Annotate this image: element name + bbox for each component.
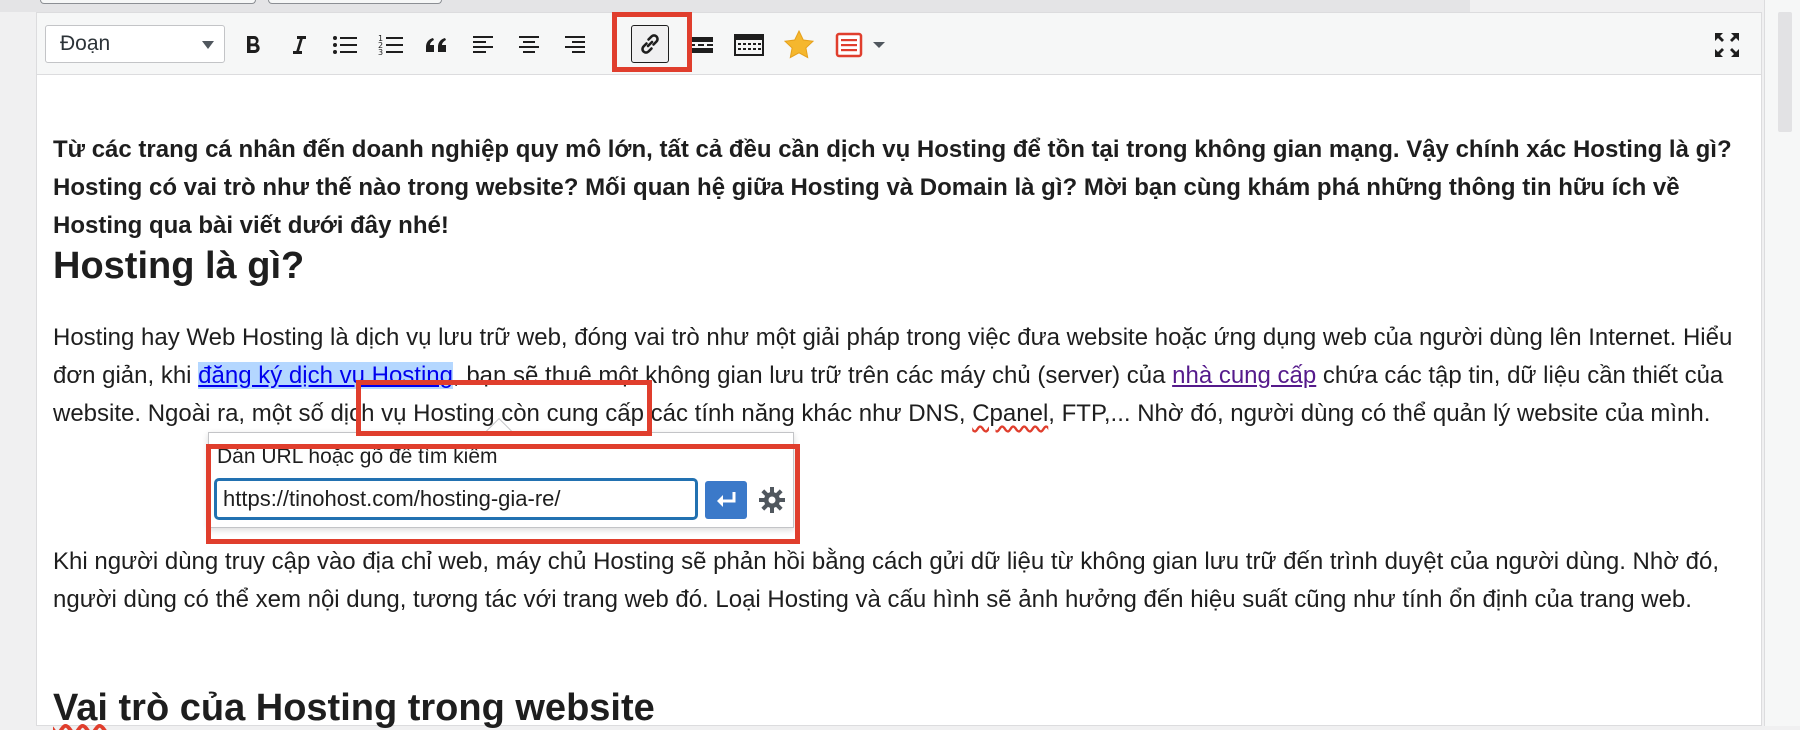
star-icon [783, 29, 815, 59]
classic-editor: Đoạn 123 Từ các trang cá nhân đến doanh … [36, 12, 1762, 729]
heading-vai-tro: Vai trò của Hosting trong website [53, 687, 655, 730]
fullscreen-button[interactable] [1709, 27, 1745, 63]
link-popup: Dán URL hoặc gõ để tìm kiếm [208, 417, 794, 528]
heading-vai-tro-rest: trò của Hosting trong website [107, 687, 655, 729]
p1-text-d: , FTP,... Nhờ đó, người dùng có thể quản… [1048, 400, 1711, 427]
link-dang-ky-dich-vu-hosting[interactable]: đăng ký dịch vụ Hosting [198, 362, 453, 389]
apply-link-button[interactable] [705, 481, 747, 519]
chevron-down-icon [202, 41, 214, 49]
top-tab-text[interactable] [268, 0, 442, 4]
bold-button[interactable] [235, 27, 271, 63]
toolbar-toggle-icon [734, 34, 764, 56]
url-input[interactable] [215, 479, 697, 519]
intro-paragraph: Từ các trang cá nhân đến doanh nghiệp qu… [53, 136, 1732, 239]
star-button[interactable] [781, 27, 817, 63]
numbered-list-button[interactable]: 123 [373, 27, 409, 63]
read-more-button[interactable] [683, 27, 719, 63]
p1-cpanel: Cpanel [972, 400, 1049, 427]
top-tab-visual[interactable] [40, 0, 256, 4]
italic-icon [293, 36, 306, 54]
right-scrollbar[interactable] [1764, 0, 1800, 726]
editor-toolbar: Đoạn 123 [37, 13, 1761, 75]
fullscreen-icon [1715, 33, 1739, 57]
p1-text-b: , bạn sẽ thuê một không gian lưu trữ trê… [452, 362, 1173, 389]
align-center-button[interactable] [511, 27, 547, 63]
link-popup-label: Dán URL hoặc gõ để tìm kiếm [217, 445, 498, 468]
blockquote-icon [426, 38, 446, 52]
link-settings-button[interactable] [755, 483, 789, 517]
format-select[interactable]: Đoạn [45, 25, 225, 63]
numbered-list-icon: 123 [378, 34, 403, 57]
paragraph-1: Hosting hay Web Hosting là dịch vụ lưu t… [53, 319, 1753, 433]
bullet-list-icon [333, 36, 357, 54]
italic-button[interactable] [281, 27, 317, 63]
shortcode-button[interactable] [831, 27, 867, 63]
read-more-icon [689, 37, 713, 53]
link-nha-cung-cap[interactable]: nhà cung cấp [1172, 362, 1316, 389]
shortcode-icon [835, 32, 863, 58]
heading-vai-word: Vai [53, 687, 108, 729]
align-left-button[interactable] [465, 27, 501, 63]
enter-icon [717, 492, 736, 507]
bold-icon [247, 35, 260, 53]
more-dropdown-button[interactable] [867, 27, 891, 63]
gear-icon [759, 487, 785, 513]
paragraph-2: Khi người dùng truy cập vào địa chỉ web,… [53, 548, 1719, 613]
toolbar-toggle-button[interactable] [731, 27, 767, 63]
top-strip-right [1470, 0, 1800, 12]
format-select-value: Đoạn [60, 32, 111, 55]
svg-text:3: 3 [378, 48, 383, 57]
align-right-icon [565, 36, 585, 53]
heading-hosting-la-gi: Hosting là gì? [53, 245, 305, 287]
bullet-list-button[interactable] [327, 27, 363, 63]
align-right-button[interactable] [557, 27, 593, 63]
editor-content[interactable]: Từ các trang cá nhân đến doanh nghiệp qu… [37, 75, 1761, 729]
blockquote-button[interactable] [419, 27, 455, 63]
align-center-icon [519, 36, 539, 53]
dropdown-caret-icon [873, 42, 885, 48]
align-left-icon [473, 36, 493, 53]
link-icon [641, 34, 659, 54]
scroll-thumb[interactable] [1778, 12, 1792, 132]
insert-link-button[interactable] [631, 25, 669, 63]
